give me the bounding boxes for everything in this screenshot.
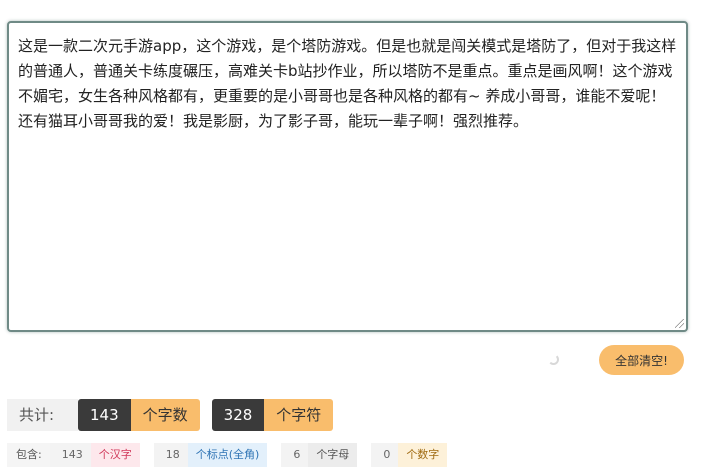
- punctuation-count-chip: 18 个标点(全角): [153, 443, 268, 467]
- digit-count-unit: 个数字: [398, 443, 448, 467]
- letter-count-chip: 6 个字母: [281, 443, 358, 467]
- totals-row: 共计: 143 个字数 328 个字符: [7, 399, 334, 431]
- hanzi-count-chip: 143 个汉字: [49, 443, 140, 467]
- resize-handle-icon[interactable]: [675, 319, 684, 328]
- hanzi-count-value: 143: [49, 443, 91, 467]
- char-count-pill: 328 个字符: [211, 399, 334, 431]
- letter-count-unit: 个字母: [308, 443, 358, 467]
- digit-count-chip: 0 个数字: [371, 443, 448, 467]
- letter-count-value: 6: [281, 443, 309, 467]
- char-count-value: 328: [211, 399, 265, 431]
- char-count-unit: 个字符: [264, 399, 334, 431]
- word-count-unit: 个字数: [130, 399, 200, 431]
- word-count-value: 143: [78, 399, 131, 431]
- loading-spinner-icon: [548, 354, 559, 365]
- text-input-area[interactable]: 这是一款二次元手游app，这个游戏，是个塔防游戏。但是也就是闯关模式是塔防了，但…: [9, 23, 686, 330]
- totals-label: 共计:: [7, 399, 78, 431]
- hanzi-count-unit: 个汉字: [90, 443, 140, 467]
- text-editor-container: 这是一款二次元手游app，这个游戏，是个塔防游戏。但是也就是闯关模式是塔防了，但…: [7, 21, 688, 332]
- punctuation-count-value: 18: [153, 443, 188, 467]
- details-row: 包含: 143 个汉字 18 个标点(全角) 6 个字母 0 个数字: [7, 443, 461, 467]
- punctuation-count-unit: 个标点(全角): [187, 443, 268, 467]
- clear-all-button[interactable]: 全部清空!: [599, 345, 684, 375]
- digit-count-value: 0: [371, 443, 399, 467]
- details-label: 包含:: [7, 443, 50, 467]
- word-count-pill: 143 个字数: [78, 399, 200, 431]
